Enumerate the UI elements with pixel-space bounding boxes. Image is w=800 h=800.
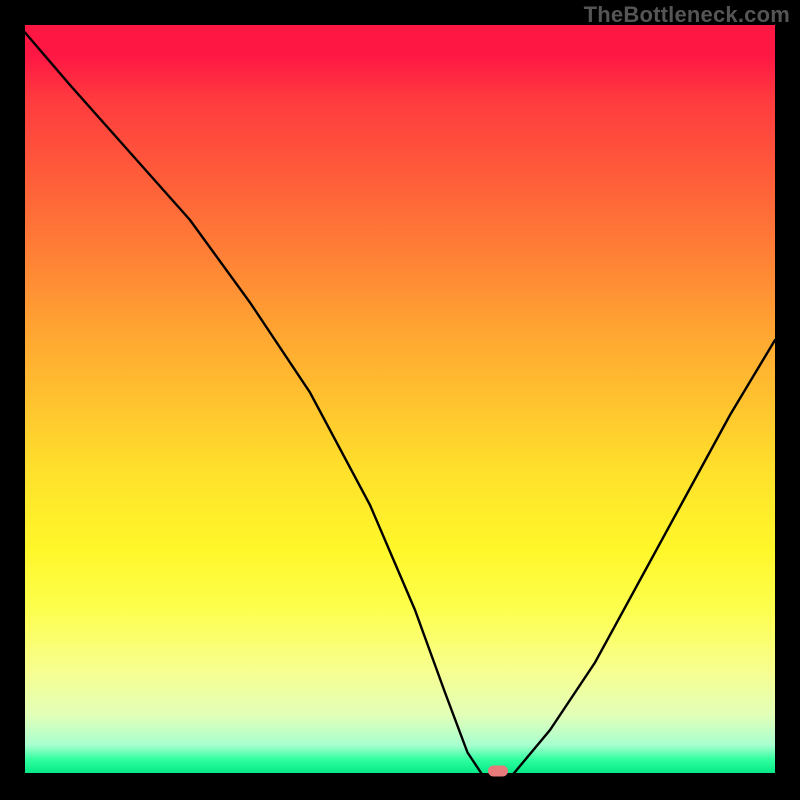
baseline	[25, 773, 775, 775]
chart-frame: TheBottleneck.com	[0, 0, 800, 800]
bottleneck-curve	[25, 25, 775, 775]
watermark-text: TheBottleneck.com	[584, 2, 790, 28]
optimal-point-marker	[488, 766, 508, 777]
plot-area	[25, 25, 775, 775]
